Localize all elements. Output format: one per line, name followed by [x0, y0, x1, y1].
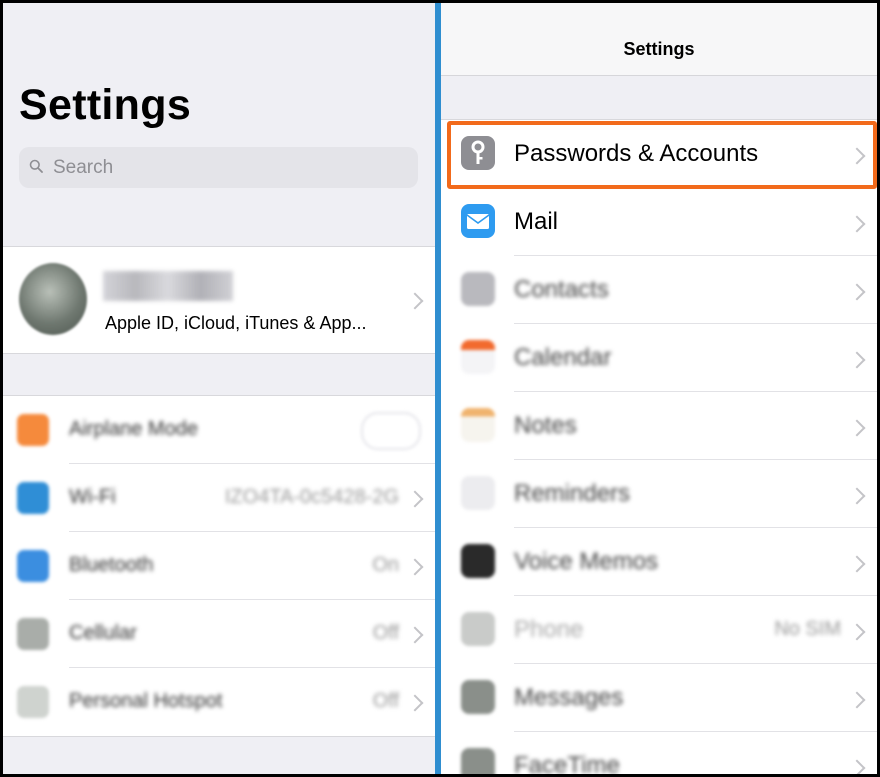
chevron-right-icon [848, 215, 866, 233]
messages-icon [461, 680, 495, 714]
row-label: Passwords & Accounts [514, 140, 759, 167]
left-pane: Settings Search Apple ID, iCloud, iTunes… [3, 3, 435, 774]
right-pane: Settings Passwords & Accounts Mail Conta… [441, 3, 877, 774]
mail-icon [461, 204, 495, 238]
row-label: Bluetooth [69, 554, 154, 576]
row-label: Airplane Mode [69, 418, 198, 440]
chevron-right-icon [848, 487, 866, 505]
calendar-icon [461, 340, 495, 374]
chevron-right-icon [848, 147, 866, 165]
voice-memos-icon [461, 544, 495, 578]
profile-subtitle: Apple ID, iCloud, iTunes & App... [105, 313, 367, 333]
settings-row-passwords-accounts[interactable]: Passwords & Accounts [441, 120, 877, 188]
row-label: Contacts [514, 276, 609, 303]
search-placeholder: Search [53, 157, 114, 178]
row-label: Cellular [69, 622, 137, 644]
key-icon [461, 136, 495, 170]
settings-row-mail[interactable]: Mail [441, 188, 877, 256]
row-label: Mail [514, 208, 559, 235]
settings-row-facetime[interactable]: FaceTime [441, 732, 877, 774]
settings-row-cellular[interactable]: Cellular Off [3, 600, 435, 668]
row-value: On [372, 554, 399, 576]
chevron-right-icon [848, 623, 866, 641]
phone-icon [461, 612, 495, 646]
facetime-icon [461, 748, 495, 774]
search-field[interactable]: Search [19, 147, 418, 188]
airplane-icon [17, 414, 49, 446]
row-value: No SIM [774, 618, 841, 640]
accounts-apps-group: Passwords & Accounts Mail Contacts Calen… [441, 119, 877, 774]
chevron-right-icon [406, 490, 424, 508]
row-value: IZO4TA-0c5428-2G [224, 486, 399, 508]
row-label: Phone [514, 616, 584, 643]
settings-row-wifi[interactable]: Wi-Fi IZO4TA-0c5428-2G [3, 464, 435, 532]
connectivity-group: Airplane Mode Wi-Fi IZO4TA-0c5428-2G Blu… [3, 395, 435, 737]
page-title: Settings [19, 81, 192, 129]
settings-row-notes[interactable]: Notes [441, 392, 877, 460]
status-bar [3, 3, 435, 23]
row-label: Calendar [514, 344, 612, 371]
chevron-right-icon [848, 419, 866, 437]
row-label: FaceTime [514, 752, 620, 774]
settings-row-voice-memos[interactable]: Voice Memos [441, 528, 877, 596]
screenshot-frame: Settings Search Apple ID, iCloud, iTunes… [3, 3, 877, 774]
settings-row-messages[interactable]: Messages [441, 664, 877, 732]
chevron-right-icon [406, 626, 424, 644]
reminders-icon [461, 476, 495, 510]
settings-row-contacts[interactable]: Contacts [441, 256, 877, 324]
chevron-right-icon [848, 351, 866, 369]
bluetooth-icon [17, 550, 49, 582]
row-value: Off [372, 622, 399, 644]
chevron-right-icon [406, 694, 424, 712]
chevron-right-icon [406, 558, 424, 576]
settings-row-bluetooth[interactable]: Bluetooth On [3, 532, 435, 600]
settings-row-reminders[interactable]: Reminders [441, 460, 877, 528]
settings-row-calendar[interactable]: Calendar [441, 324, 877, 392]
settings-row-phone[interactable]: Phone No SIM [441, 596, 877, 664]
nav-title: Settings [623, 39, 695, 59]
row-label: Messages [514, 684, 624, 711]
chevron-right-icon [848, 759, 866, 774]
avatar [19, 263, 87, 335]
search-icon [29, 159, 43, 173]
row-label: Wi-Fi [69, 486, 116, 508]
navigation-bar: Settings [441, 3, 877, 76]
row-label: Notes [514, 412, 577, 439]
settings-row-personal-hotspot[interactable]: Personal Hotspot Off [3, 668, 435, 736]
apple-id-profile-row[interactable]: Apple ID, iCloud, iTunes & App... [3, 246, 435, 354]
hotspot-icon [17, 686, 49, 718]
row-label: Voice Memos [514, 548, 659, 575]
wifi-icon [17, 482, 49, 514]
contacts-icon [461, 272, 495, 306]
chevron-right-icon [848, 283, 866, 301]
row-label: Reminders [514, 480, 631, 507]
row-label: Personal Hotspot [69, 690, 223, 712]
profile-name-redacted [103, 271, 233, 301]
row-value: Off [372, 690, 399, 712]
chevron-right-icon [406, 292, 424, 310]
chevron-right-icon [848, 691, 866, 709]
notes-icon [461, 408, 495, 442]
cellular-icon [17, 618, 49, 650]
airplane-mode-toggle[interactable] [361, 412, 421, 450]
chevron-right-icon [848, 555, 866, 573]
settings-row-airplane-mode[interactable]: Airplane Mode [3, 396, 435, 464]
